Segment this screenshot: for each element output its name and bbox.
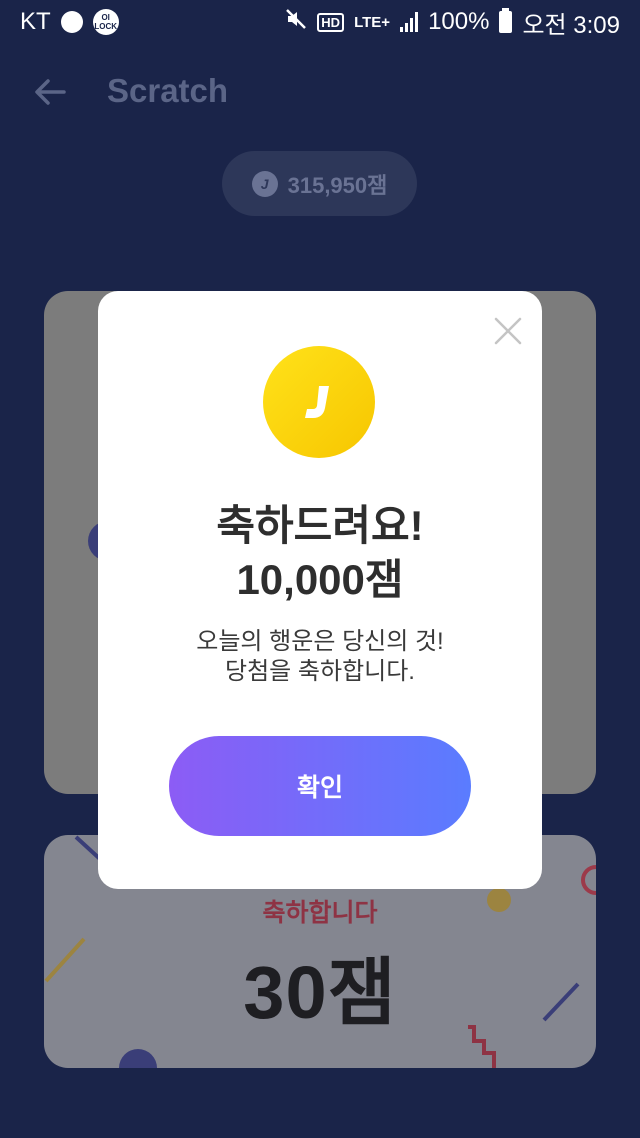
decoration-ring	[581, 865, 596, 895]
dialog-description: 오늘의 행운은 당신의 것! 당첨을 축하합니다.	[98, 627, 542, 687]
signal-icon	[400, 12, 419, 32]
confirm-button[interactable]: 확인	[169, 736, 471, 836]
ticket-subtitle: 축하합니다	[262, 899, 378, 927]
network-type: LTE+	[354, 13, 391, 31]
page-title: Scratch	[107, 72, 229, 109]
carrier-label: KT	[20, 8, 51, 35]
status-bar: KT OI LOCK HD LTE+ 100% 오전 3:09	[0, 0, 640, 44]
dialog-title: 축하드려요! 10,000잼	[98, 499, 542, 607]
hd-icon: HD	[317, 12, 345, 32]
notification-icon	[60, 11, 83, 33]
points-balance: J 315,950잼	[222, 151, 417, 216]
mute-icon	[285, 8, 307, 36]
app-header: Scratch	[0, 44, 640, 144]
decoration-dot	[119, 1049, 157, 1068]
win-dialog: 축하드려요! 10,000잼 오늘의 행운은 당신의 것! 당첨을 축하합니다.…	[98, 291, 542, 889]
lock-app-icon: OI LOCK	[92, 9, 119, 35]
dialog-desc-line: 오늘의 행운은 당신의 것!	[196, 628, 444, 655]
back-arrow-icon[interactable]	[34, 76, 66, 108]
battery-icon	[499, 8, 513, 33]
clock: 오전 3:09	[522, 11, 620, 39]
coin-icon	[263, 346, 375, 458]
prize-amount: 10,000잼	[236, 556, 404, 603]
battery-percent: 100%	[428, 8, 490, 35]
ticket-amount: 30잼	[243, 951, 397, 1034]
dialog-title-line: 축하드려요!	[216, 502, 424, 549]
points-balance-value: 315,950잼	[287, 172, 388, 198]
dialog-desc-line: 당첨을 축하합니다.	[225, 658, 415, 685]
close-icon[interactable]	[492, 315, 524, 347]
coin-icon: J	[251, 170, 278, 197]
